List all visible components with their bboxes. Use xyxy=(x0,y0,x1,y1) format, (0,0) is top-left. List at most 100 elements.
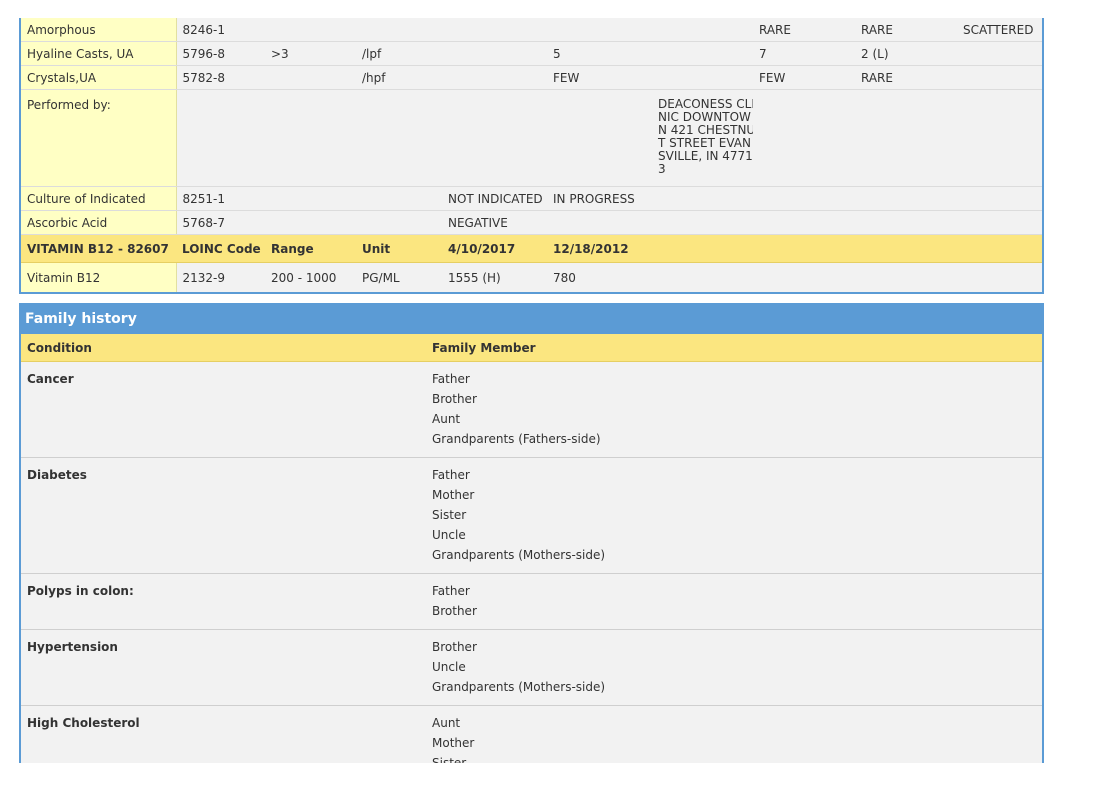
family-member: Aunt xyxy=(432,716,461,730)
result-2 xyxy=(547,89,652,187)
family-member: Brother xyxy=(432,604,477,618)
result-4 xyxy=(753,210,855,235)
panel-title: VITAMIN B12 - 82607 xyxy=(21,234,176,263)
family-member: Brother xyxy=(432,392,477,406)
family-member: Uncle xyxy=(432,528,466,542)
col-header-date-1: 4/10/2017 xyxy=(442,234,547,263)
result-1 xyxy=(442,41,547,66)
family-member: Mother xyxy=(432,736,475,750)
family-history-row: Cancer Father Brother Aunt Grandparents (Fat… xyxy=(21,362,1042,458)
unit: /lpf xyxy=(356,41,442,66)
result-3 xyxy=(652,18,753,42)
range xyxy=(265,18,356,42)
condition-name: Hypertension xyxy=(27,640,118,654)
lab-row-performed-by: Performed by: DEACONESS CLI NIC DOWNTOW … xyxy=(21,89,1042,187)
result-6: SCATTERED xyxy=(957,18,1042,42)
family-member-list: Father Mother Sister Uncle Grandparents (Mot… xyxy=(426,465,605,565)
test-name: Performed by: xyxy=(21,89,177,187)
result-5 xyxy=(855,210,957,235)
lab-row: Hyaline Casts, UA 5796-8 >3 /lpf 5 7 2 (… xyxy=(21,41,1042,66)
test-name: Culture of Indicated xyxy=(21,186,177,211)
vitamin-b12-row: Vitamin B12 2132-9 200 - 1000 PG/ML 1555… xyxy=(21,262,1042,292)
lab-table-body: Amorphous 8246-1 RARE RARE SCATTERED Hya… xyxy=(21,18,1042,292)
family-member: Uncle xyxy=(432,660,466,674)
result-6 xyxy=(957,41,1042,66)
result-1: NEGATIVE xyxy=(442,210,547,235)
family-member: Grandparents (Fathers-side) xyxy=(432,432,601,446)
result-2: FEW xyxy=(547,65,652,90)
range xyxy=(265,186,356,211)
family-member: Father xyxy=(432,584,470,598)
lab-results-table: Amorphous 8246-1 RARE RARE SCATTERED Hya… xyxy=(19,18,1044,294)
lab-row: Crystals,UA 5782-8 /hpf FEW FEW RARE xyxy=(21,65,1042,90)
result-2 xyxy=(547,210,652,235)
loinc-code: 5796-8 xyxy=(176,41,265,66)
col-header-loinc: LOINC Code xyxy=(176,234,265,263)
result-4: FEW xyxy=(753,65,855,90)
family-history-row: Hypertension Brother Uncle Grandparents (Mo… xyxy=(21,630,1042,706)
family-history-row: Diabetes Father Mother Sister Uncle Grandpare… xyxy=(21,458,1042,574)
vitamin-b12-header-row: VITAMIN B12 - 82607 LOINC Code Range Uni… xyxy=(21,234,1042,263)
family-member: Grandparents (Mothers-side) xyxy=(432,548,606,562)
result-1: NOT INDICATED xyxy=(442,186,547,211)
loinc-code xyxy=(176,89,265,187)
family-history-section: Family history Condition Family Member C… xyxy=(19,303,1044,763)
family-history-header: Condition Family Member xyxy=(21,334,1042,362)
result-2: 780 xyxy=(547,262,652,292)
condition-name: Cancer xyxy=(27,372,74,386)
col-header-date-2: 12/18/2012 xyxy=(547,234,652,263)
test-name: Ascorbic Acid xyxy=(21,210,177,235)
test-name: Vitamin B12 xyxy=(21,262,177,292)
result-6 xyxy=(957,65,1042,90)
unit xyxy=(356,18,442,42)
family-member-list: Father Brother Aunt Grandparents (Fathers-s… xyxy=(426,369,601,449)
result-5 xyxy=(855,186,957,211)
range: 200 - 1000 xyxy=(265,262,356,292)
result-4 xyxy=(753,186,855,211)
col-header-condition: Condition xyxy=(27,341,92,355)
result-1 xyxy=(442,89,547,187)
unit xyxy=(356,89,442,187)
condition-name: Polyps in colon: xyxy=(27,584,134,598)
loinc-code: 5768-7 xyxy=(176,210,265,235)
family-member: Sister xyxy=(432,508,467,522)
result-1 xyxy=(442,18,547,42)
result-1 xyxy=(442,65,547,90)
col-header-family-member: Family Member xyxy=(432,341,536,355)
result-4: RARE xyxy=(753,18,855,42)
loinc-code: 8251-1 xyxy=(176,186,265,211)
loinc-code: 8246-1 xyxy=(176,18,265,42)
result-4: 7 xyxy=(753,41,855,66)
result-5: RARE xyxy=(855,18,957,42)
family-member: Aunt xyxy=(432,412,461,426)
result-3 xyxy=(652,186,753,211)
family-member-list: Father Brother xyxy=(426,581,477,621)
test-name: Hyaline Casts, UA xyxy=(21,41,177,66)
family-member: Father xyxy=(432,468,470,482)
condition-name: Diabetes xyxy=(27,468,87,482)
result-2: 5 xyxy=(547,41,652,66)
family-member-list: AuntMotherSisterUncle xyxy=(426,713,474,763)
family-member: Brother xyxy=(432,640,477,654)
section-title: Family history xyxy=(21,303,1042,334)
unit xyxy=(356,186,442,211)
lab-row: Ascorbic Acid 5768-7 NEGATIVE xyxy=(21,210,1042,235)
condition-name: High Cholesterol xyxy=(27,716,140,730)
family-member: Sister xyxy=(432,756,467,763)
result-6 xyxy=(957,186,1042,211)
result-5: RARE xyxy=(855,65,957,90)
col-header-range: Range xyxy=(265,234,356,263)
range xyxy=(265,210,356,235)
range: >3 xyxy=(265,41,356,66)
family-history-body: Cancer Father Brother Aunt Grandparents (Fat… xyxy=(21,362,1042,763)
loinc-code: 5782-8 xyxy=(176,65,265,90)
family-member-list: Brother Uncle Grandparents (Mothers-side) xyxy=(426,637,605,697)
result-4 xyxy=(753,89,855,187)
result-5 xyxy=(855,89,957,187)
lab-table: Amorphous 8246-1 RARE RARE SCATTERED Hya… xyxy=(21,18,1042,292)
test-name: Amorphous xyxy=(21,18,177,42)
result-5: 2 (L) xyxy=(855,41,957,66)
address-text: DEACONESS CLI NIC DOWNTOW N 421 CHESTNU … xyxy=(658,97,753,176)
result-6 xyxy=(957,89,1042,187)
result-3 xyxy=(652,210,753,235)
